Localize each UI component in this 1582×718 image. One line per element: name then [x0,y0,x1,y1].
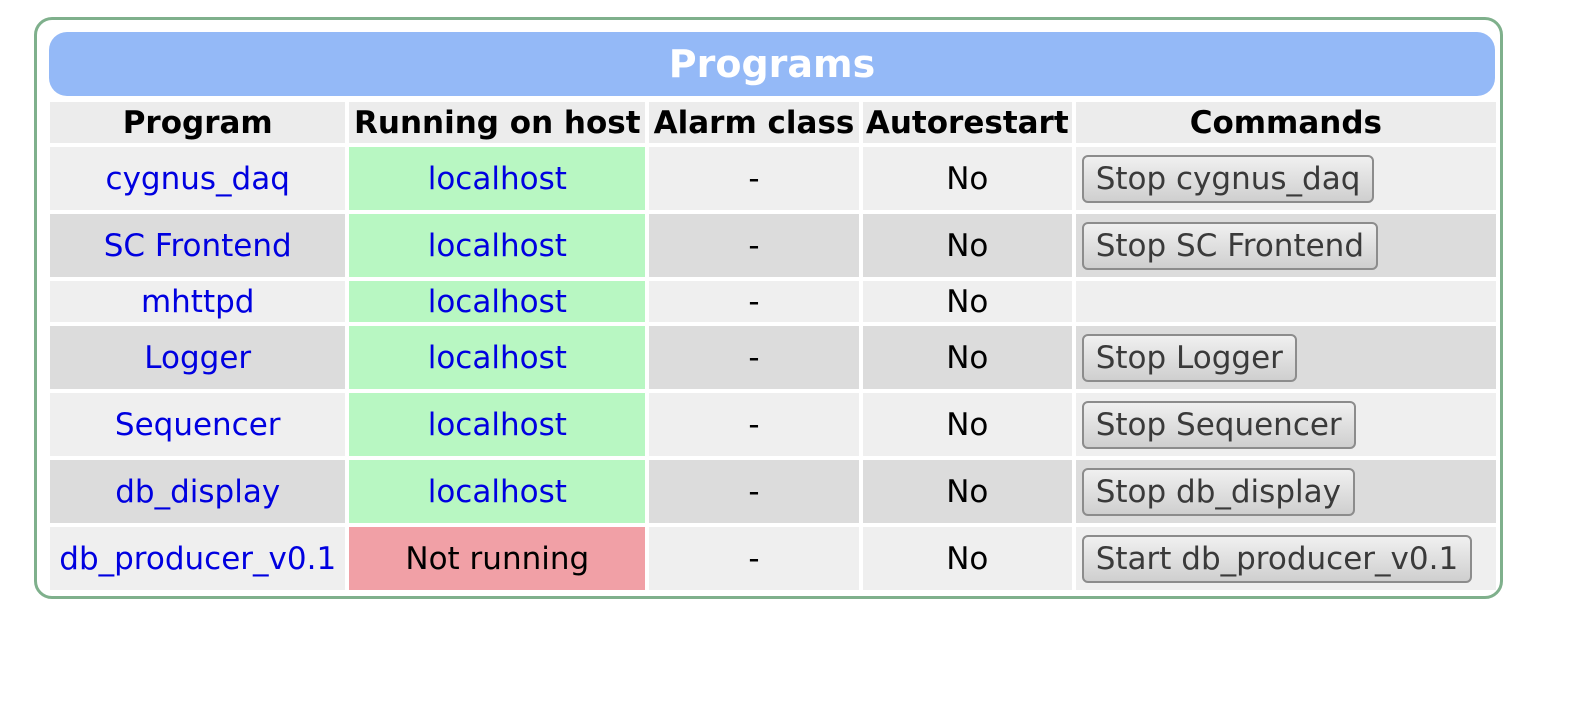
alarm-class-cell: - [649,147,859,210]
alarm-class-cell: - [649,393,859,456]
header-program: Program [50,102,346,143]
program-link[interactable]: SC Frontend [50,214,346,277]
header-autorestart: Autorestart [862,102,1072,143]
host-link[interactable]: localhost [349,147,646,210]
host-link[interactable]: localhost [349,214,646,277]
host-link[interactable]: localhost [349,460,646,523]
stop-program-button[interactable]: Stop cygnus_daq [1081,154,1375,203]
program-link[interactable]: db_display [50,460,346,523]
header-alarm-class: Alarm class [649,102,859,143]
autorestart-cell: No [862,214,1072,277]
program-link[interactable]: Logger [50,326,346,389]
program-link[interactable]: cygnus_daq [50,147,346,210]
alarm-class-cell: - [649,326,859,389]
alarm-class-cell: - [649,214,859,277]
table-row: cygnus_daq localhost - No Stop cygnus_da… [50,147,1496,210]
table-row: Logger localhost - No Stop Logger [50,326,1496,389]
commands-cell: Stop Logger [1075,326,1496,389]
host-link[interactable]: localhost [349,393,646,456]
program-link[interactable]: mhttpd [50,281,346,322]
autorestart-cell: No [862,393,1072,456]
alarm-class-cell: - [649,527,859,590]
autorestart-cell: No [862,326,1072,389]
host-link[interactable]: localhost [349,326,646,389]
autorestart-cell: No [862,527,1072,590]
header-commands: Commands [1075,102,1496,143]
commands-cell: Start db_producer_v0.1 [1075,527,1496,590]
autorestart-cell: No [862,281,1072,322]
alarm-class-cell: - [649,460,859,523]
autorestart-cell: No [862,147,1072,210]
stop-program-button[interactable]: Stop SC Frontend [1081,221,1379,270]
table-row: SC Frontend localhost - No Stop SC Front… [50,214,1496,277]
commands-cell: Stop db_display [1075,460,1496,523]
commands-cell: Stop cygnus_daq [1075,147,1496,210]
alarm-class-cell: - [649,281,859,322]
host-link[interactable]: localhost [349,281,646,322]
table-row: db_display localhost - No Stop db_displa… [50,460,1496,523]
stop-program-button[interactable]: Stop Logger [1081,333,1297,382]
header-running-on-host: Running on host [349,102,646,143]
table-row: mhttpd localhost - No [50,281,1496,322]
start-program-button[interactable]: Start db_producer_v0.1 [1081,534,1473,583]
table-row: Sequencer localhost - No Stop Sequencer [50,393,1496,456]
host-status-not-running: Not running [349,527,646,590]
autorestart-cell: No [862,460,1072,523]
programs-panel: Programs Program Running on host Alarm c… [34,17,1503,599]
table-header-row: Program Running on host Alarm class Auto… [50,102,1496,143]
programs-table: Program Running on host Alarm class Auto… [46,98,1500,594]
stop-program-button[interactable]: Stop db_display [1081,467,1355,516]
panel-title: Programs [49,32,1495,96]
commands-cell [1075,281,1496,322]
commands-cell: Stop Sequencer [1075,393,1496,456]
table-row: db_producer_v0.1 Not running - No Start … [50,527,1496,590]
program-link[interactable]: Sequencer [50,393,346,456]
stop-program-button[interactable]: Stop Sequencer [1081,400,1356,449]
program-link[interactable]: db_producer_v0.1 [50,527,346,590]
commands-cell: Stop SC Frontend [1075,214,1496,277]
